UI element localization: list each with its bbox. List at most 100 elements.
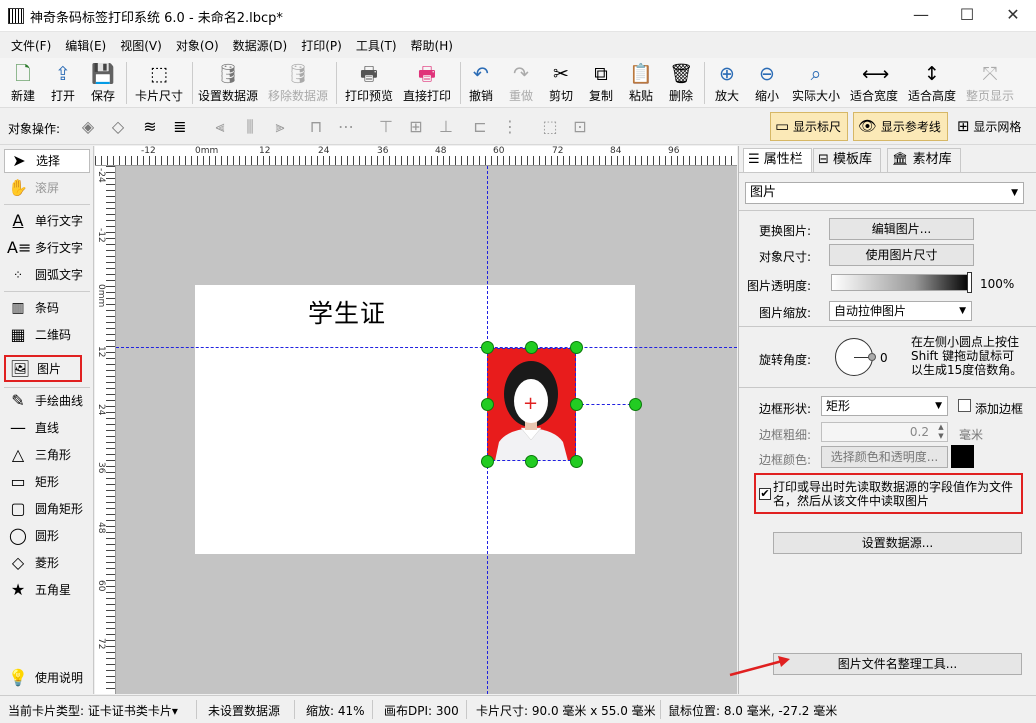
- menu-datasource[interactable]: 数据源(D): [226, 33, 295, 57]
- paste-button[interactable]: 📋 粘贴: [624, 58, 658, 108]
- menu-tools[interactable]: 工具(T): [349, 33, 404, 57]
- ungroup-icon[interactable]: ⊡: [570, 117, 590, 137]
- rotation-dial-knob[interactable]: [868, 353, 876, 361]
- tool-triangle[interactable]: △ 三角形: [4, 443, 90, 467]
- spinner-arrows-icon[interactable]: ▲ ▼: [935, 423, 947, 441]
- resize-handle-ne[interactable]: [570, 341, 583, 354]
- align-left-icon[interactable]: ⫷: [210, 117, 230, 137]
- tool-ellipse[interactable]: ◯ 圆形: [4, 524, 90, 548]
- set-datasource-button[interactable]: 设置数据源...: [773, 532, 1022, 554]
- tool-barcode[interactable]: ▥ 条码: [4, 296, 90, 320]
- space-h-icon[interactable]: ⋯: [336, 117, 356, 137]
- datasource-filename-checkbox[interactable]: ✔: [759, 488, 771, 500]
- close-button[interactable]: ✕: [990, 0, 1036, 32]
- full-page-button[interactable]: ⤧ 整页显示: [962, 58, 1018, 108]
- direct-print-button[interactable]: 🖶 直接打印: [400, 58, 454, 108]
- add-border-checkbox[interactable]: [958, 399, 971, 412]
- menu-file[interactable]: 文件(F): [4, 33, 58, 57]
- menu-print[interactable]: 打印(P): [294, 33, 349, 57]
- new-button[interactable]: 🗋 新建: [6, 58, 40, 108]
- border-color-swatch[interactable]: [951, 445, 974, 468]
- tool-line[interactable]: — 直线: [4, 416, 90, 440]
- align-center-icon[interactable]: ⫼: [240, 117, 260, 137]
- border-width-input[interactable]: 0.2: [821, 422, 948, 442]
- card-size-button[interactable]: ⬚ 卡片尺寸: [131, 58, 187, 108]
- tool-diamond[interactable]: ◇ 菱形: [4, 551, 90, 575]
- space-v-icon[interactable]: ⋮: [500, 117, 520, 137]
- send-back-icon[interactable]: ◇: [108, 117, 128, 137]
- open-button[interactable]: ⇪ 打开: [46, 58, 80, 108]
- layers-stack-icon[interactable]: ≣: [170, 117, 190, 137]
- align-bottom-icon[interactable]: ⊥: [436, 117, 456, 137]
- set-datasource-button[interactable]: 🛢 设置数据源: [196, 58, 260, 108]
- resize-handle-nw[interactable]: [481, 341, 494, 354]
- menu-edit[interactable]: 编辑(E): [58, 33, 113, 57]
- tool-arc-text[interactable]: ⁘ 圆弧文字: [4, 263, 90, 287]
- mouse-position-status: 鼠标位置: 8.0 毫米, -27.2 毫米: [668, 704, 838, 718]
- border-shape-dropdown[interactable]: 矩形 ▼: [821, 396, 948, 416]
- menu-view[interactable]: 视图(V): [113, 33, 169, 57]
- menu-help[interactable]: 帮助(H): [404, 33, 460, 57]
- card-title-text[interactable]: 学生证: [308, 294, 386, 330]
- opacity-slider[interactable]: [831, 274, 971, 291]
- distribute-h-icon[interactable]: ⊓: [306, 117, 326, 137]
- save-button[interactable]: 💾 保存: [86, 58, 120, 108]
- help-button[interactable]: 💡 使用说明: [4, 666, 90, 690]
- delete-button[interactable]: 🗑 删除: [664, 58, 698, 108]
- distribute-v-icon[interactable]: ⊏: [470, 117, 490, 137]
- bring-front-icon[interactable]: ◈: [78, 117, 98, 137]
- zoom-out-button[interactable]: ⊖ 缩小: [748, 58, 786, 108]
- use-image-size-button[interactable]: 使用图片尺寸: [829, 244, 974, 266]
- fit-width-button[interactable]: ⟷ 适合宽度: [846, 58, 902, 108]
- remove-datasource-button[interactable]: 🛢 移除数据源: [266, 58, 330, 108]
- resize-handle-w[interactable]: [481, 398, 494, 411]
- resize-handle-sw[interactable]: [481, 455, 494, 468]
- tab-templates[interactable]: ⊟ 模板库: [813, 148, 882, 172]
- group-icon[interactable]: ⬚: [540, 117, 560, 137]
- card-type-status[interactable]: 当前卡片类型: 证卡证书类卡片▾: [8, 702, 178, 719]
- tool-multi-text[interactable]: A≡ 多行文字: [4, 236, 90, 260]
- resize-handle-e[interactable]: [570, 398, 583, 411]
- align-top-icon[interactable]: ⊤: [376, 117, 396, 137]
- tool-rounded-rect[interactable]: ▢ 圆角矩形: [4, 497, 90, 521]
- tab-properties[interactable]: ☰ 属性栏: [743, 148, 812, 172]
- maximize-button[interactable]: ☐: [944, 0, 990, 32]
- horizontal-guide[interactable]: [116, 347, 737, 348]
- minimize-button[interactable]: —: [898, 0, 944, 32]
- menu-object[interactable]: 对象(O): [169, 33, 226, 57]
- border-color-button[interactable]: 选择颜色和透明度...: [821, 446, 948, 468]
- scale-dropdown[interactable]: 自动拉伸图片 ▼: [829, 301, 972, 321]
- show-ruler-toggle[interactable]: ▭ 显示标尺: [770, 112, 849, 141]
- resize-handle-s[interactable]: [525, 455, 538, 468]
- align-right-icon[interactable]: ⫸: [270, 117, 290, 137]
- fit-height-button[interactable]: ↕ 适合高度: [904, 58, 960, 108]
- align-middle-icon[interactable]: ⊞: [406, 117, 426, 137]
- tool-scroll[interactable]: ✋ 滚屏: [4, 176, 90, 200]
- filename-tool-button[interactable]: 图片文件名整理工具...: [773, 653, 1022, 675]
- rotate-value: 0: [880, 351, 888, 365]
- rotate-handle[interactable]: [629, 398, 642, 411]
- actual-size-button[interactable]: ⌕ 实际大小: [788, 58, 844, 108]
- resize-handle-n[interactable]: [525, 341, 538, 354]
- object-type-dropdown[interactable]: 图片 ▼: [745, 182, 1024, 204]
- undo-button[interactable]: ↶ 撤销: [464, 58, 498, 108]
- show-grid-toggle[interactable]: ⊞ 显示网格: [952, 112, 1028, 141]
- resize-handle-se[interactable]: [570, 455, 583, 468]
- tool-qrcode[interactable]: ▦ 二维码: [4, 323, 90, 347]
- tool-single-text[interactable]: A 单行文字: [4, 209, 90, 233]
- tool-star[interactable]: ★ 五角星: [4, 578, 90, 602]
- redo-button[interactable]: ↷ 重做: [504, 58, 538, 108]
- tool-select[interactable]: ➤ 选择: [4, 149, 90, 173]
- copy-button[interactable]: ⧉ 复制: [584, 58, 618, 108]
- tool-rectangle[interactable]: ▭ 矩形: [4, 470, 90, 494]
- tab-materials[interactable]: 🏛 素材库: [887, 148, 961, 172]
- show-guides-toggle[interactable]: 👁 显示参考线: [853, 112, 948, 141]
- print-preview-button[interactable]: 🖶 打印预览: [342, 58, 396, 108]
- tool-freehand[interactable]: ✎ 手绘曲线: [4, 389, 90, 413]
- tool-image[interactable]: 🖼 图片: [4, 355, 82, 382]
- opacity-slider-thumb[interactable]: [967, 272, 972, 293]
- edit-image-button[interactable]: 编辑图片...: [829, 218, 974, 240]
- layers-icon[interactable]: ≋: [140, 117, 160, 137]
- cut-button[interactable]: ✂ 剪切: [544, 58, 578, 108]
- zoom-in-button[interactable]: ⊕ 放大: [708, 58, 746, 108]
